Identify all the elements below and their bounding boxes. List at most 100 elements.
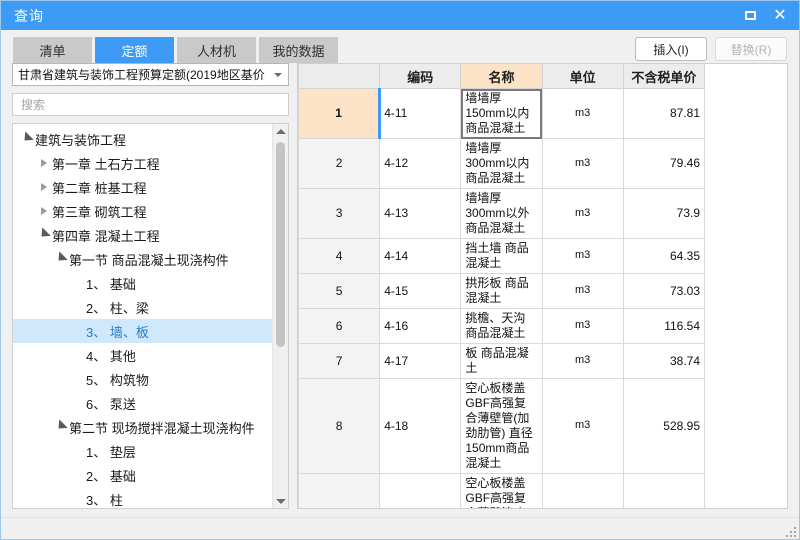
cell-price[interactable]: 87.81 — [622, 88, 706, 139]
tree-item[interactable]: 建筑与装饰工程 — [13, 127, 272, 151]
tree-item[interactable]: 第二章 桩基工程 — [13, 175, 272, 199]
results-grid-container: 编码 名称 单位 不含税单价 1 4-11 墙墙厚 150mm以内商品混凝土 m3 87… — [297, 63, 788, 509]
triangle-right-icon[interactable] — [36, 183, 52, 191]
tree-item[interactable]: 4、 其他 — [13, 343, 272, 367]
cell-name[interactable]: 墙墙厚 300mm以外商品混凝土 — [460, 188, 543, 239]
cell-code[interactable]: 4-14 — [379, 238, 462, 274]
insert-button[interactable]: 插入(I) — [635, 37, 707, 61]
cell-code[interactable]: 4-12 — [379, 138, 462, 189]
triangle-down-icon[interactable] — [19, 130, 35, 145]
catalog-tree-container: 建筑与装饰工程 第一章 土石方工程 第二章 桩基工程 第三章 砌筑工程 第四章 混凝土工… — [12, 123, 289, 509]
col-header-code[interactable]: 编码 — [379, 64, 462, 89]
tree-item[interactable]: 6、 泵送 — [13, 391, 272, 415]
tree-item[interactable]: 第一节 商品混凝土现浇构件 — [13, 247, 272, 271]
action-buttons: 插入(I) 替换(R) — [635, 37, 787, 61]
cell-code[interactable]: 4-15 — [379, 273, 462, 309]
cell-price[interactable]: 38.74 — [622, 343, 706, 379]
library-select[interactable]: 甘肃省建筑与装饰工程预算定额(2019地区基价 — [12, 63, 289, 86]
tree-item[interactable]: 2、 基础 — [13, 463, 272, 487]
resize-grip[interactable] — [784, 525, 796, 537]
cell-code[interactable]: 4-17 — [379, 343, 462, 379]
cell-unit[interactable]: m3 — [541, 378, 624, 474]
triangle-down-icon[interactable] — [53, 418, 69, 433]
table-row[interactable]: 2 4-12 墙墙厚 300mm以内商品混凝土 m3 79.46 — [298, 138, 706, 189]
cell-unit[interactable]: m3 — [541, 473, 624, 508]
cell-code[interactable]: 4-18 — [379, 378, 462, 474]
table-row[interactable]: 3 4-13 墙墙厚 300mm以外商品混凝土 m3 73.9 — [298, 188, 706, 239]
cell-price[interactable]: 79.46 — [622, 138, 706, 189]
chevron-down-icon — [274, 72, 282, 77]
tree-item[interactable]: 第三章 砌筑工程 — [13, 199, 272, 223]
cell-name[interactable]: 墙墙厚 150mm以内商品混凝土 — [460, 88, 543, 139]
scroll-down-button[interactable] — [273, 494, 288, 508]
cell-price[interactable]: 528.95 — [622, 378, 706, 474]
cell-unit[interactable]: m3 — [541, 343, 624, 379]
table-row[interactable]: 1 4-11 墙墙厚 150mm以内商品混凝土 m3 87.81 — [298, 88, 706, 139]
results-grid: 编码 名称 单位 不含税单价 1 4-11 墙墙厚 150mm以内商品混凝土 m3 87… — [298, 64, 706, 508]
tree-vertical-scrollbar[interactable] — [272, 124, 288, 508]
cell-code[interactable]: 4-16 — [379, 308, 462, 344]
scroll-up-button[interactable] — [273, 124, 288, 138]
table-row[interactable]: 4 4-14 挡土墙 商品混凝土 m3 64.35 — [298, 238, 706, 274]
tree-item[interactable]: 3、 柱 — [13, 487, 272, 508]
tab-my-data[interactable]: 我的数据 — [259, 37, 338, 63]
main-content: 甘肃省建筑与装饰工程预算定额(2019地区基价 建筑与装饰工程第一章 土石方工程… — [1, 63, 799, 517]
cell-name[interactable]: 拱形板 商品混凝土 — [460, 273, 543, 309]
search-input[interactable] — [19, 96, 288, 113]
cell-name[interactable]: 空心板楼盖 GBF高强复合薄壁管(加劲肋管) 直径 250mm商品混凝土 — [460, 473, 543, 508]
tree-item[interactable]: 2、 柱、梁 — [13, 295, 272, 319]
tab-dinge[interactable]: 定额 — [95, 37, 174, 63]
cell-unit[interactable]: m3 — [541, 273, 624, 309]
tree-item[interactable]: 第一章 土石方工程 — [13, 151, 272, 175]
maximize-button[interactable] — [735, 1, 765, 30]
row-index: 8 — [298, 378, 381, 474]
cell-unit[interactable]: m3 — [541, 138, 624, 189]
cell-unit[interactable]: m3 — [541, 88, 624, 139]
col-header-price[interactable]: 不含税单价 — [622, 64, 706, 89]
cell-unit[interactable]: m3 — [541, 188, 624, 239]
triangle-right-icon[interactable] — [36, 159, 52, 167]
tree-item-label: 第二节 现场搅拌混凝土现浇构件 — [69, 420, 255, 436]
col-header-name[interactable]: 名称 — [460, 64, 543, 89]
search-box[interactable] — [12, 93, 289, 116]
triangle-right-icon[interactable] — [36, 207, 52, 215]
cell-name[interactable]: 板 商品混凝土 — [460, 343, 543, 379]
triangle-down-icon[interactable] — [36, 226, 52, 241]
tree-item[interactable]: 第二节 现场搅拌混凝土现浇构件 — [13, 415, 272, 439]
tab-rencaiji[interactable]: 人材机 — [177, 37, 256, 63]
cell-unit[interactable]: m3 — [541, 308, 624, 344]
tree-item[interactable]: 第四章 混凝土工程 — [13, 223, 272, 247]
grid-header-row: 编码 名称 单位 不含税单价 — [298, 64, 706, 89]
tree-scroll-thumb[interactable] — [276, 142, 285, 347]
cell-unit[interactable]: m3 — [541, 238, 624, 274]
cell-code[interactable]: 4-19 — [379, 473, 462, 508]
table-row[interactable]: 5 4-15 拱形板 商品混凝土 m3 73.03 — [298, 273, 706, 309]
window-controls: ✕ — [735, 1, 795, 30]
cell-name[interactable]: 挡土墙 商品混凝土 — [460, 238, 543, 274]
triangle-down-icon[interactable] — [53, 250, 69, 265]
tree-item[interactable]: 3、 墙、板 — [13, 319, 272, 343]
col-header-unit[interactable]: 单位 — [541, 64, 624, 89]
table-row[interactable]: 8 4-18 空心板楼盖 GBF高强复合薄壁管(加劲肋管) 直径 150mm商品混凝… — [298, 378, 706, 474]
table-row[interactable]: 7 4-17 板 商品混凝土 m3 38.74 — [298, 343, 706, 379]
cell-name[interactable]: 墙墙厚 300mm以内商品混凝土 — [460, 138, 543, 189]
close-button[interactable]: ✕ — [765, 1, 795, 30]
cell-name[interactable]: 挑檐、天沟 商品混凝土 — [460, 308, 543, 344]
cell-price[interactable]: 340.32 — [622, 473, 706, 508]
tree-item[interactable]: 1、 基础 — [13, 271, 272, 295]
cell-price[interactable]: 116.54 — [622, 308, 706, 344]
cell-price[interactable]: 64.35 — [622, 238, 706, 274]
cell-price[interactable]: 73.9 — [622, 188, 706, 239]
cell-code[interactable]: 4-13 — [379, 188, 462, 239]
tree-item[interactable]: 5、 构筑物 — [13, 367, 272, 391]
tree-item[interactable]: 1、 垫层 — [13, 439, 272, 463]
table-row[interactable]: 94-19空心板楼盖 GBF高强复合薄壁管(加劲肋管) 直径 250mm商品混凝… — [298, 473, 706, 508]
cell-name[interactable]: 空心板楼盖 GBF高强复合薄壁管(加劲肋管) 直径 150mm商品混凝土 — [460, 378, 543, 474]
scroll-down-icon — [275, 498, 286, 504]
cell-code[interactable]: 4-11 — [378, 88, 462, 139]
tab-qingdan[interactable]: 清单 — [13, 37, 92, 63]
table-row[interactable]: 6 4-16 挑檐、天沟 商品混凝土 m3 116.54 — [298, 308, 706, 344]
cell-price[interactable]: 73.03 — [622, 273, 706, 309]
catalog-tree[interactable]: 建筑与装饰工程 第一章 土石方工程 第二章 桩基工程 第三章 砌筑工程 第四章 混凝土工… — [13, 124, 272, 508]
col-header-index[interactable] — [298, 64, 381, 89]
